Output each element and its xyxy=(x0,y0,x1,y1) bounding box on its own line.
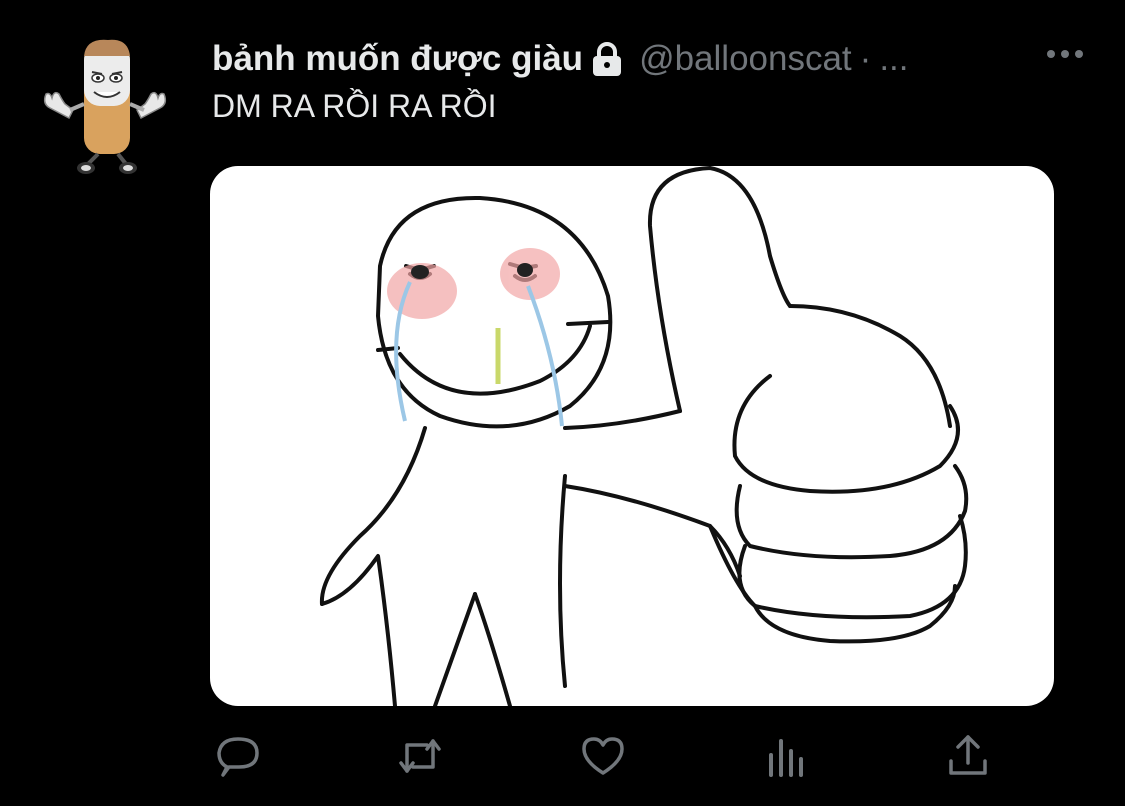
more-horizontal-icon[interactable] xyxy=(1045,44,1085,64)
reply-icon xyxy=(217,737,259,777)
tweet-media-image[interactable] xyxy=(210,166,1054,706)
timestamp[interactable]: ... xyxy=(879,39,908,79)
retweet-icon xyxy=(399,739,441,773)
like-button[interactable] xyxy=(577,730,629,782)
lock-icon xyxy=(593,42,622,76)
tweet: bảnh muốn được giàu @balloonscat · ... D… xyxy=(0,0,1125,806)
action-bar xyxy=(0,730,1125,786)
share-button[interactable] xyxy=(942,730,994,782)
reply-button[interactable] xyxy=(212,730,264,782)
retweet-button[interactable] xyxy=(394,730,446,782)
tweet-header: bảnh muốn được giàu @balloonscat · ... xyxy=(212,36,909,82)
share-icon xyxy=(949,735,987,775)
display-name[interactable]: bảnh muốn được giàu xyxy=(212,39,583,79)
tweet-text: DM RA RỒI RA RỒI xyxy=(212,88,497,124)
analytics-icon xyxy=(769,739,803,777)
handle[interactable]: @balloonscat xyxy=(639,39,852,79)
avatar[interactable] xyxy=(40,30,170,180)
analytics-button[interactable] xyxy=(760,730,812,782)
meme-drawing xyxy=(319,166,969,706)
heart-icon xyxy=(582,737,624,775)
separator-dot: · xyxy=(859,39,872,78)
